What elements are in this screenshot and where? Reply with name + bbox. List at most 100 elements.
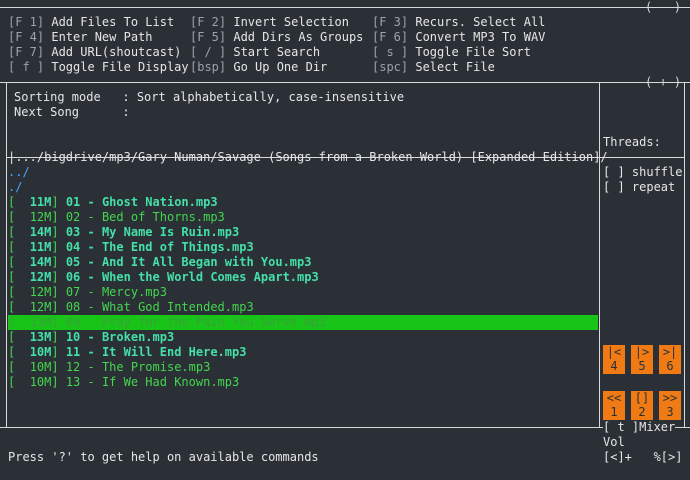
file-size: 12M	[29, 270, 52, 284]
top-border	[0, 7, 690, 8]
file-name: 08 - What God Intended.mp3	[65, 300, 254, 314]
maximize-button[interactable]: ( + )	[645, 75, 681, 89]
file-size: 10M	[29, 375, 52, 389]
file-row[interactable]: [ 10M] 12 - The Promise.mp3	[8, 360, 598, 375]
file-row[interactable]: [ 11M] 01 - Ghost Nation.mp3	[8, 195, 598, 210]
row-bracket: ]	[51, 210, 66, 224]
file-name: 05 - And It All Began with You.mp3	[65, 255, 312, 269]
row-bracket: [	[8, 300, 30, 314]
file-size: 10M	[29, 345, 52, 359]
file-name: 12 - The Promise.mp3	[65, 360, 211, 374]
help-bottom-border	[0, 82, 690, 83]
row-bracket: ]	[51, 240, 66, 254]
file-size: 10M	[29, 360, 52, 374]
row-bracket: [	[8, 345, 30, 359]
fast-forward-button[interactable]: >> 3	[659, 391, 681, 420]
row-bracket: ]	[51, 315, 66, 329]
stop-button[interactable]: [] 2	[631, 391, 653, 420]
help-select-file[interactable]: [spc] Select File	[372, 60, 495, 75]
help-sort[interactable]: [ s ] Toggle File Sort	[372, 45, 531, 60]
file-row[interactable]: [ 11M] 04 - The End of Things.mp3	[8, 240, 598, 255]
repeat-toggle[interactable]: [ ] repeat	[603, 180, 675, 195]
current-path: |.../bigdrive/mp3/Gary Numan/Savage (Son…	[8, 150, 608, 164]
row-bracket: ]	[51, 285, 66, 299]
row-bracket: [	[8, 285, 30, 299]
rewind-button[interactable]: << 1	[603, 391, 625, 420]
row-bracket: ]	[51, 330, 66, 344]
dir-parent[interactable]: ../	[8, 165, 598, 180]
row-bracket: [	[8, 360, 30, 374]
help-file-display[interactable]: [ f ] Toggle File Display	[8, 60, 189, 75]
file-row-selected[interactable]: [ 13M] 09 - Pray for the Pain You Serve.…	[8, 315, 598, 330]
row-bracket: ]	[51, 360, 66, 374]
row-bracket: [	[8, 255, 30, 269]
dir-current[interactable]: ./	[8, 180, 598, 195]
file-name: 04 - The End of Things.mp3	[65, 240, 254, 254]
file-row[interactable]: [ 14M] 03 - My Name Is Ruin.mp3	[8, 225, 598, 240]
vol-label: Vol	[603, 435, 625, 449]
file-size: 12M	[29, 285, 52, 299]
row-bracket: ]	[51, 255, 66, 269]
right-border	[684, 82, 685, 427]
row-bracket: [	[8, 210, 30, 224]
status-top-border	[0, 427, 690, 428]
help-f4[interactable]: [F 4] Enter New Path	[8, 30, 153, 45]
threads-border	[599, 157, 685, 158]
file-name: 01 - Ghost Nation.mp3	[65, 195, 218, 209]
help-search[interactable]: [ / ] Start Search	[190, 45, 320, 60]
file-name: 13 - If We Had Known.mp3	[65, 375, 240, 389]
row-bracket: [	[8, 225, 30, 239]
file-size: 11M	[29, 240, 52, 254]
file-row[interactable]: [ 12M] 08 - What God Intended.mp3	[8, 300, 598, 315]
file-row[interactable]: [ 10M] 13 - If We Had Known.mp3	[8, 375, 598, 390]
file-name: 07 - Mercy.mp3	[65, 285, 167, 299]
help-f2[interactable]: [F 2] Invert Selection	[190, 15, 349, 30]
row-bracket: [	[8, 195, 30, 209]
file-name: 11 - It Will End Here.mp3	[65, 345, 247, 359]
file-list[interactable]: ../ ./ [ 11M] 01 - Ghost Nation.mp3[ 12M…	[8, 165, 598, 390]
prev-track-button[interactable]: |< 4	[603, 345, 625, 374]
minimize-button[interactable]: ( - )	[645, 0, 681, 14]
left-border	[6, 82, 7, 427]
next-song: Next Song :	[14, 105, 130, 119]
file-row[interactable]: [ 12M] 06 - When the World Comes Apart.m…	[8, 270, 598, 285]
row-bracket: ]	[51, 375, 66, 389]
help-f1[interactable]: [F 1] Add Files To List	[8, 15, 174, 30]
file-name: 06 - When the World Comes Apart.mp3	[65, 270, 319, 284]
file-size: 13M	[29, 315, 52, 329]
row-bracket: ]	[51, 195, 66, 209]
row-bracket: [	[8, 270, 30, 284]
help-f6[interactable]: [F 6] Convert MP3 To WAV	[372, 30, 545, 45]
file-name: 09 - Pray for the Pain You Serve.mp3	[65, 315, 326, 329]
row-bracket: ]	[51, 345, 66, 359]
sorting-mode: Sorting mode : Sort alphabetically, case…	[14, 90, 405, 104]
file-row[interactable]: [ 12M] 02 - Bed of Thorns.mp3	[8, 210, 598, 225]
row-bracket: ]	[51, 225, 66, 239]
shuffle-toggle[interactable]: [ ] shuffle	[603, 165, 682, 180]
threads-label: Threads:	[603, 135, 661, 149]
file-row[interactable]: [ 14M] 05 - And It All Began with You.mp…	[8, 255, 598, 270]
next-track-button[interactable]: >| 6	[659, 345, 681, 374]
file-row[interactable]: [ 12M] 07 - Mercy.mp3	[8, 285, 598, 300]
file-size: 13M	[29, 330, 52, 344]
file-row[interactable]: [ 13M] 10 - Broken.mp3	[8, 330, 598, 345]
help-f7[interactable]: [F 7] Add URL(shoutcast)	[8, 45, 181, 60]
status-bar: Press '?' to get help on available comma…	[8, 450, 319, 464]
file-size: 14M	[29, 225, 52, 239]
file-size: 11M	[29, 195, 52, 209]
help-f5[interactable]: [F 5] Add Dirs As Groups	[190, 30, 363, 45]
mixer-toggle[interactable]: [ t ]Mixer	[603, 420, 676, 435]
row-bracket: [	[8, 240, 30, 254]
help-up-dir[interactable]: [bsp] Go Up One Dir	[190, 60, 327, 75]
play-button[interactable]: |> 5	[631, 345, 653, 374]
help-f3[interactable]: [F 3] Recurs. Select All	[372, 15, 545, 30]
file-size: 12M	[29, 210, 52, 224]
row-bracket: ]	[51, 300, 66, 314]
row-bracket: ]	[51, 270, 66, 284]
row-bracket: [	[8, 375, 30, 389]
row-bracket: [	[8, 315, 30, 329]
file-name: 10 - Broken.mp3	[65, 330, 175, 344]
file-size: 12M	[29, 300, 52, 314]
vol-controls[interactable]: [<]+ %[>]	[603, 450, 682, 465]
file-row[interactable]: [ 10M] 11 - It Will End Here.mp3	[8, 345, 598, 360]
